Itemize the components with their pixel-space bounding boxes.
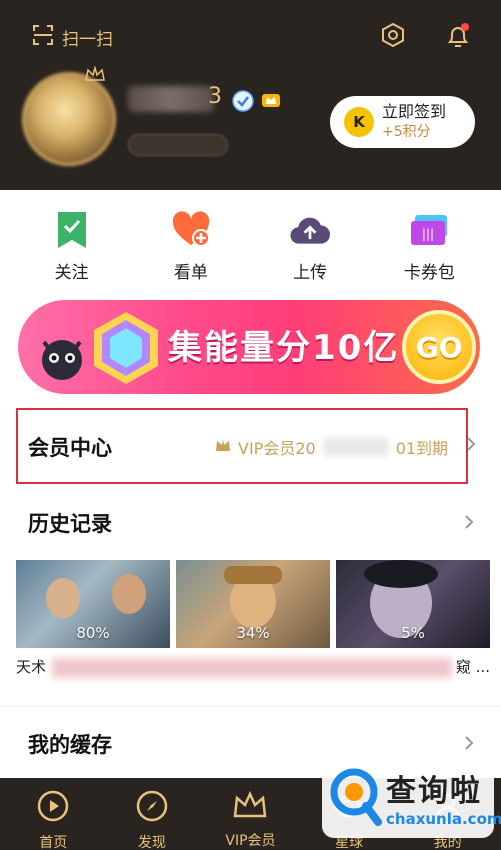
history-thumb[interactable]: 5% (336, 560, 490, 648)
nav-discover-label: 发现 (137, 835, 166, 850)
username-tail: 3 (208, 84, 222, 109)
vip-crown-icon (214, 437, 232, 457)
history-thumbnails: 80% 34% 5% (16, 560, 490, 648)
vip-expiry-blurred (323, 438, 388, 456)
settings-icon[interactable] (380, 22, 406, 52)
chevron-right-icon (466, 436, 476, 456)
play-circle-icon (37, 790, 69, 826)
promo-banner[interactable]: 集能量分10亿 GO (18, 300, 480, 394)
history-progress: 5% (401, 624, 425, 642)
heart-plus-icon (171, 210, 211, 250)
quick-watchlist[interactable]: 看单 (149, 190, 233, 288)
compass-icon (136, 790, 168, 826)
history-titles-blurred (52, 658, 452, 678)
nav-vip[interactable]: VIP会员 (202, 778, 298, 850)
watermark-url: chaxunla.com (386, 810, 501, 828)
chevron-right-icon (464, 735, 474, 755)
username-blurred (128, 86, 214, 112)
history-title-left: 天术 (16, 658, 47, 676)
nav-vip-label: VIP会员 (225, 833, 276, 849)
scan-label: 扫一扫 (62, 29, 113, 50)
bookmark-check-icon (52, 210, 92, 250)
svg-text:|||: ||| (422, 227, 434, 241)
quick-watchlist-label: 看单 (173, 263, 208, 283)
vip-expiry-prefix: VIP会员20 (238, 439, 316, 458)
watermark-title: 查询啦 (386, 774, 482, 809)
energy-gem-icon (88, 310, 164, 390)
vip-level-badge-icon (262, 92, 280, 112)
vip-expiry: VIP会员20 01到期 (214, 435, 448, 459)
history-titles-row: 天术 窥 ... (16, 656, 490, 678)
history-title[interactable]: 历史记录 (28, 508, 112, 538)
scan-button[interactable]: 扫一扫 (32, 24, 113, 50)
nav-home[interactable]: 首页 (5, 778, 101, 850)
quick-actions: 关注 看单 上传 ||| 卡券包 (0, 190, 501, 288)
mascot-icon (34, 330, 90, 390)
banner-go-button[interactable]: GO (402, 310, 476, 384)
profile-header: 扫一扫 3 K 立即签到 +5积分 (0, 0, 501, 190)
banner-headline: 集能量分10亿 (168, 328, 400, 368)
banner-section: 集能量分10亿 GO (0, 288, 501, 406)
cloud-upload-icon (290, 210, 331, 250)
chevron-right-icon[interactable] (464, 514, 474, 534)
verified-badge-icon (232, 90, 254, 116)
history-thumb[interactable]: 80% (16, 560, 170, 648)
member-center-row[interactable]: 会员中心 VIP会员20 01到期 (0, 406, 501, 484)
crown-icon (232, 790, 268, 824)
vip-expiry-suffix: 01到期 (395, 439, 449, 458)
notification-bell-icon[interactable] (444, 22, 472, 54)
nav-discover[interactable]: 发现 (104, 778, 200, 850)
member-center-title: 会员中心 (28, 436, 112, 460)
quick-follow-label: 关注 (54, 263, 89, 283)
checkin-reward: +5积分 (382, 124, 431, 140)
quick-upload-label: 上传 (293, 263, 328, 283)
avatar-crown-icon (84, 65, 106, 86)
quick-coupons-label: 卡券包 (403, 263, 455, 283)
checkin-title: 立即签到 (382, 102, 447, 121)
history-section: 历史记录 80% 34% 5% 天术 窥 ... (0, 484, 501, 706)
history-title-right: 窥 ... (455, 658, 490, 676)
avatar[interactable] (22, 72, 116, 166)
nav-home-label: 首页 (39, 835, 68, 850)
watermark-logo-icon (330, 768, 382, 832)
history-progress: 34% (236, 624, 270, 642)
my-cache-title: 我的缓存 (28, 733, 112, 757)
history-progress: 80% (76, 624, 110, 642)
scan-icon (32, 24, 54, 50)
quick-upload[interactable]: 上传 (268, 190, 352, 288)
k-coin-icon: K (344, 107, 374, 137)
quick-coupons[interactable]: ||| 卡券包 (387, 190, 471, 288)
quick-follow[interactable]: 关注 (30, 190, 114, 288)
user-level-blurred (128, 134, 228, 156)
watermark: 查询啦 chaxunla.com (322, 760, 501, 838)
checkin-button[interactable]: K 立即签到 +5积分 (330, 96, 475, 148)
history-thumb[interactable]: 34% (176, 560, 330, 648)
ticket-icon: ||| (409, 210, 449, 250)
